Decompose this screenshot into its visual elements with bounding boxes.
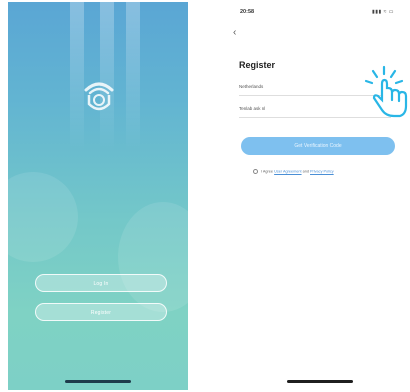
background-glow [8,172,78,262]
user-agreement-link[interactable]: User Agreement [274,170,301,174]
back-icon[interactable]: ‹ [233,28,236,38]
status-time: 20:58 [240,9,255,15]
privacy-policy-link[interactable]: Privacy Policy [310,170,334,174]
agree-prefix: I Agree [261,169,274,174]
status-icons: ▮▮▮ ≈ ▭ [371,9,394,15]
page-title: Register [239,60,276,70]
agree-checkbox[interactable] [253,169,258,174]
login-button[interactable]: Log In [35,274,167,292]
splash-screen: Log In Register [8,2,188,390]
home-indicator [287,380,353,383]
register-button[interactable]: Register [35,303,167,321]
account-value: Tenlab ask nl [239,106,266,111]
tap-hand-icon [364,65,408,118]
agreement-row: I Agree User Agreement and Privacy Polic… [253,169,334,174]
get-verification-code-button[interactable]: Get Verification Code [241,137,395,155]
and-text: and [302,169,309,174]
register-screen: 20:58 ▮▮▮ ≈ ▭ ‹ Register Netherlands Ten… [223,2,406,390]
light-beam [126,2,140,152]
app-logo-icon [84,82,114,111]
home-indicator [65,380,131,383]
background-glow [118,202,188,312]
country-value: Netherlands [239,84,264,89]
